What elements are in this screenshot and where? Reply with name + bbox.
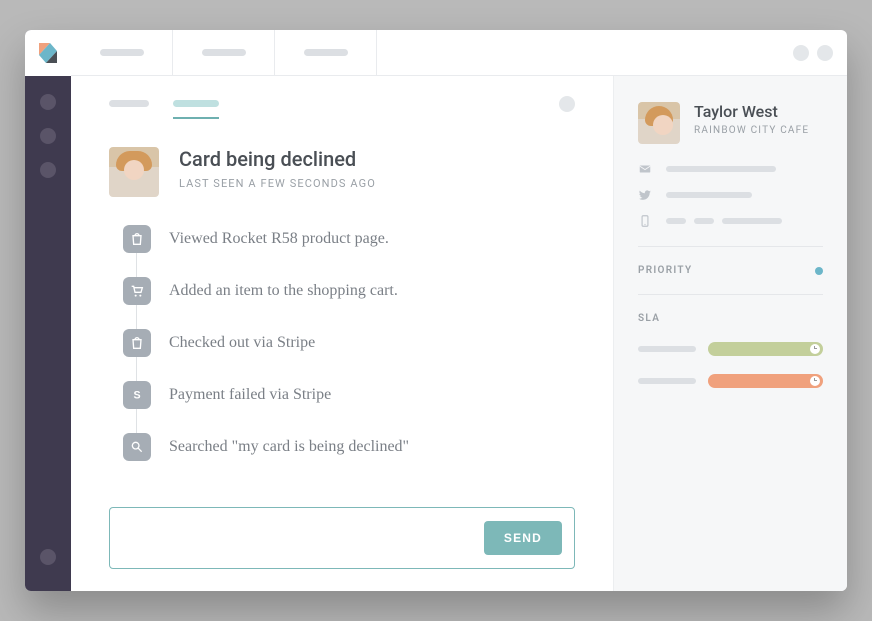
timeline-text: Payment failed via Stripe	[169, 386, 331, 404]
top-tab[interactable]	[275, 30, 377, 75]
activity-timeline: Viewed Rocket R58 product page. Added an…	[123, 225, 575, 461]
logo-k-icon	[36, 41, 60, 65]
priority-indicator	[815, 267, 823, 275]
top-tab[interactable]	[173, 30, 275, 75]
reply-input[interactable]	[122, 530, 484, 546]
timeline-text: Added an item to the shopping cart.	[169, 282, 398, 300]
contact-twitter-row	[638, 188, 823, 202]
clock-icon	[810, 376, 820, 386]
divider	[638, 246, 823, 247]
contact-placeholder	[666, 192, 752, 198]
customer-name: Taylor West	[694, 102, 809, 121]
timeline-item: Viewed Rocket R58 product page.	[123, 225, 575, 253]
stripe-icon: S	[123, 381, 151, 409]
sla-bar-orange	[708, 374, 823, 388]
clock-icon	[810, 344, 820, 354]
contact-phone-row	[638, 214, 823, 228]
rail-nav-item-bottom[interactable]	[40, 549, 56, 565]
sla-item-label	[638, 346, 696, 352]
timeline-text: Viewed Rocket R58 product page.	[169, 230, 389, 248]
rail-nav-item[interactable]	[40, 128, 56, 144]
topbar	[71, 30, 847, 76]
subtabs-action[interactable]	[559, 96, 575, 112]
contact-placeholder	[666, 218, 782, 224]
timeline-item: Searched "my card is being declined"	[123, 433, 575, 461]
priority-label: PRIORITY	[638, 265, 692, 276]
app-window: Card being declined LAST SEEN A FEW SECO…	[25, 30, 847, 591]
priority-section: PRIORITY	[638, 265, 823, 276]
timeline-text: Searched "my card is being declined"	[169, 438, 409, 456]
subtab-active[interactable]	[173, 100, 219, 107]
topbar-action[interactable]	[793, 45, 809, 61]
divider	[638, 294, 823, 295]
customer-profile: Taylor West RAINBOW CITY CAFE	[638, 102, 823, 144]
shop-bag-icon	[123, 329, 151, 357]
ticket-header: Card being declined LAST SEEN A FEW SECO…	[109, 147, 575, 197]
customer-avatar	[638, 102, 680, 144]
sla-label: SLA	[638, 313, 660, 324]
reply-composer: SEND	[109, 507, 575, 569]
customer-company: RAINBOW CITY CAFE	[694, 125, 809, 136]
app-logo[interactable]	[25, 30, 71, 76]
shop-bag-icon	[123, 225, 151, 253]
ticket-panel: Card being declined LAST SEEN A FEW SECO…	[71, 76, 613, 591]
timeline-text: Checked out via Stripe	[169, 334, 315, 352]
rail-nav-item[interactable]	[40, 162, 56, 178]
ticket-subtabs	[109, 100, 575, 107]
timeline-item: Checked out via Stripe	[123, 329, 575, 357]
sla-section: SLA	[638, 313, 823, 324]
rail-nav-item[interactable]	[40, 94, 56, 110]
subtab[interactable]	[109, 100, 149, 107]
customer-avatar	[109, 147, 159, 197]
mobile-icon	[638, 214, 652, 228]
left-rail	[25, 30, 71, 591]
twitter-icon	[638, 188, 652, 202]
search-icon	[123, 433, 151, 461]
sla-row	[638, 374, 823, 388]
contact-email-row	[638, 162, 823, 176]
timeline-item: S Payment failed via Stripe	[123, 381, 575, 409]
timeline-item: Added an item to the shopping cart.	[123, 277, 575, 305]
main-column: Card being declined LAST SEEN A FEW SECO…	[71, 30, 847, 591]
content-row: Card being declined LAST SEEN A FEW SECO…	[71, 76, 847, 591]
mail-icon	[638, 162, 652, 176]
cart-icon	[123, 277, 151, 305]
sla-row	[638, 342, 823, 356]
customer-sidebar: Taylor West RAINBOW CITY CAFE	[613, 76, 847, 591]
ticket-title: Card being declined	[179, 147, 376, 171]
top-tab[interactable]	[71, 30, 173, 75]
sla-item-label	[638, 378, 696, 384]
topbar-action[interactable]	[817, 45, 833, 61]
send-button[interactable]: SEND	[484, 521, 562, 555]
ticket-last-seen: LAST SEEN A FEW SECONDS AGO	[179, 177, 376, 190]
sla-bar-green	[708, 342, 823, 356]
svg-text:S: S	[133, 389, 140, 401]
contact-placeholder	[666, 166, 776, 172]
